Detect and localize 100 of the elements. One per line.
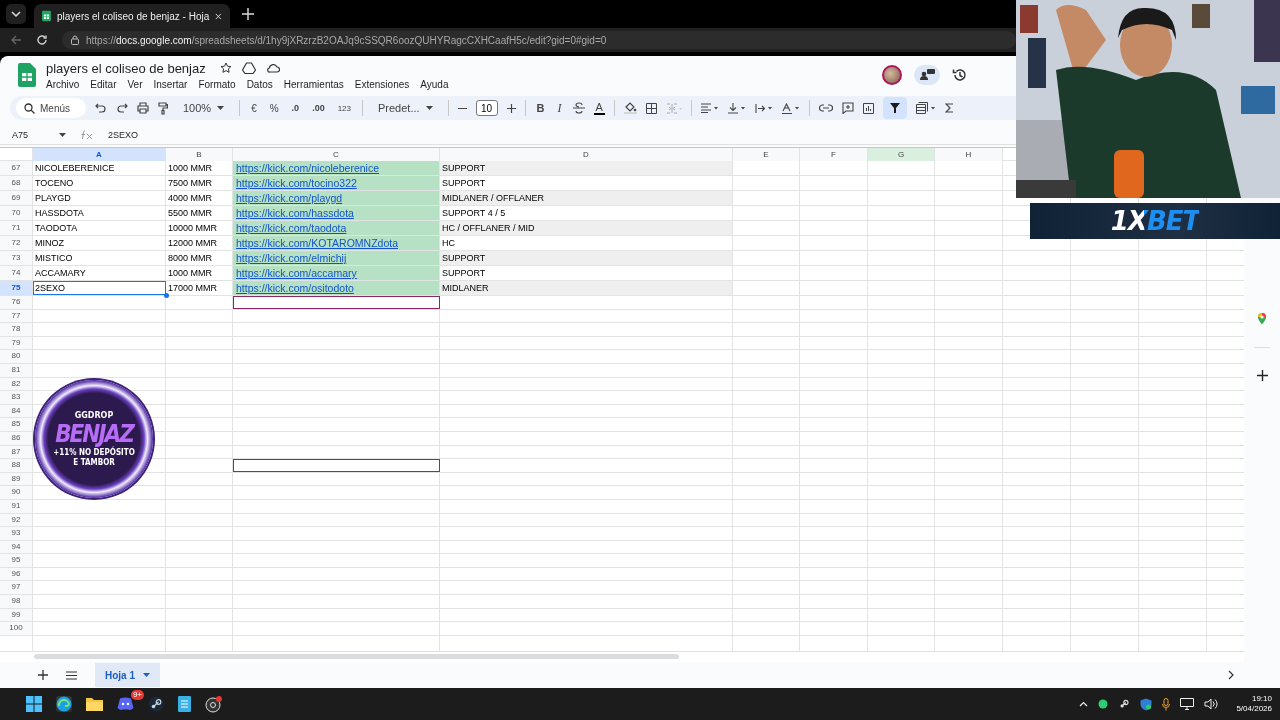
url-text: https://docs.google.com/spreadsheets/d/1hy9jXRzrzB2OAJq9cSSQR6oozQUHYRagcCXHCaafH5c/edit?gid=0#gid=0 xyxy=(86,34,607,46)
table-cell-text: 7500 MMR xyxy=(167,177,213,190)
link[interactable]: https://kick.com/taodota xyxy=(233,221,439,235)
row-number[interactable]: 76 xyxy=(0,296,32,309)
table-cell-text: HC xyxy=(441,237,456,250)
badge-brand: GGDROP xyxy=(74,410,114,420)
column-header[interactable]: B xyxy=(166,148,232,161)
row-number[interactable]: 100 xyxy=(0,622,32,635)
badge-text: E TAMBOR xyxy=(73,457,115,468)
link[interactable]: https://kick.com/tocino322 xyxy=(233,176,439,190)
row-number[interactable]: 70 xyxy=(0,206,32,220)
link[interactable]: https://kick.com/playgd xyxy=(233,191,439,205)
table-cell-text: HASSDOTA xyxy=(34,207,85,220)
table-cell-text: 1000 MMR xyxy=(167,162,213,175)
table-cell: 2SEXO xyxy=(33,281,166,295)
column-header[interactable]: F xyxy=(800,148,867,161)
row-number[interactable]: 78 xyxy=(0,323,32,336)
menu-item[interactable]: Ayuda xyxy=(420,78,449,90)
column-header[interactable]: A xyxy=(33,148,165,161)
table-cell-text: TAODOTA xyxy=(34,222,79,235)
number-format-button[interactable]: 123 xyxy=(335,103,353,113)
link[interactable]: https://kick.com/hassdota xyxy=(233,206,439,220)
browser-tab[interactable]: players el coliseo de benjaz - Hoja xyxy=(34,4,230,28)
percent-button[interactable]: % xyxy=(267,102,281,114)
table-cell-text: 10000 MMR xyxy=(167,222,219,235)
menu-item[interactable]: Insertar xyxy=(153,78,188,90)
column-header[interactable]: D xyxy=(440,148,732,161)
badge-text: +11% NO DEPÓSITO xyxy=(53,447,135,458)
menu-item[interactable]: Extensiones xyxy=(354,78,410,90)
column-header[interactable]: H xyxy=(935,148,1002,161)
link[interactable]: https://kick.com/elmichij xyxy=(233,251,439,265)
menus-search-field[interactable]: Menús xyxy=(16,98,86,118)
font-dropdown[interactable]: Predet... xyxy=(372,102,439,114)
increase-decimals-button[interactable]: .00 xyxy=(310,103,327,113)
decrease-decimals-button[interactable]: .0 xyxy=(289,103,302,113)
row-number[interactable]: 73 xyxy=(0,251,32,265)
cell-reference-field[interactable]: A75 xyxy=(12,130,66,140)
row-number[interactable]: 98 xyxy=(0,595,32,608)
clock-time[interactable]: 19:10 xyxy=(1251,694,1272,704)
link[interactable]: https://kick.com/nicoleberenice xyxy=(233,161,439,175)
tab-title: players el coliseo de benjaz - Hoja xyxy=(56,10,210,22)
table-cell-text: MINOZ xyxy=(34,237,65,250)
table-cell: MIDLANER xyxy=(440,281,732,295)
sheet-tab[interactable]: Hoja 1 xyxy=(95,663,160,687)
badge-title: BENJAZ xyxy=(55,419,133,448)
row-number[interactable]: 72 xyxy=(0,236,32,250)
row-number[interactable]: 69 xyxy=(0,191,32,205)
row-number[interactable]: 85 xyxy=(0,418,32,431)
table-cell: SUPPORT xyxy=(440,161,732,175)
column-header[interactable]: C xyxy=(233,148,439,161)
table-cell: SUPPORT xyxy=(440,251,732,265)
table-cell-text: SUPPORT xyxy=(441,267,487,280)
font-size-field[interactable]: 10 xyxy=(475,100,498,116)
row-number[interactable]: 83 xyxy=(0,391,32,404)
row-number[interactable]: 97 xyxy=(0,581,32,595)
column-header[interactable]: E xyxy=(733,148,799,161)
italic-button[interactable]: I xyxy=(555,100,564,116)
table-cell-text: 5500 MMR xyxy=(167,207,213,220)
table-cell-text: 12000 MMR xyxy=(167,237,219,250)
formula-field[interactable]: 2SEXO xyxy=(108,130,138,140)
address-field[interactable]: https://docs.google.com/spreadsheets/d/1hy9jXRzrzB2OAJq9cSSQR6oozQUHYRagcCXHCaafH5c/edit?gid=0#gid=0 xyxy=(62,31,1016,49)
row-number[interactable]: 67 xyxy=(0,161,32,175)
link[interactable]: https://kick.com/ositodoto xyxy=(233,281,439,295)
table-cell-text: 17000 MMR xyxy=(167,282,219,295)
table-cell-text: SUPPORT 4 / 5 xyxy=(441,207,507,220)
table-cell: MIDLANER / OFFLANER xyxy=(440,191,732,205)
menu-item[interactable]: Formato xyxy=(198,78,236,90)
table-cell-text: ACCAMARY xyxy=(34,267,87,280)
row-number[interactable]: 88 xyxy=(0,459,32,472)
table-cell-text: SUPPORT xyxy=(441,177,487,190)
row-number[interactable]: 90 xyxy=(0,486,32,499)
menu-item[interactable]: Archivo xyxy=(46,78,80,90)
link[interactable]: https://kick.com/accamary xyxy=(233,266,439,280)
row-number[interactable]: 74 xyxy=(0,266,32,280)
table-cell: HC / OFFLANER / MID xyxy=(440,221,732,235)
zoom-dropdown[interactable]: 100% xyxy=(177,102,231,114)
table-cell-text: PLAYGD xyxy=(34,192,72,205)
table-cell-text: 8000 MMR xyxy=(167,252,213,265)
table-cell-text: TOCENO xyxy=(34,177,75,190)
link[interactable]: https://kick.com/KOTAROMNZdota xyxy=(233,236,439,250)
document-title[interactable]: players el coliseo de benjaz xyxy=(46,60,206,76)
menu-item[interactable]: Herramientas xyxy=(283,78,344,90)
row-number[interactable]: 71 xyxy=(0,221,32,235)
row-number[interactable]: 80 xyxy=(0,350,32,363)
text-color-button[interactable]: A xyxy=(593,101,605,115)
menu-item[interactable]: Ver xyxy=(127,78,143,90)
notification-badge: 9+ xyxy=(130,690,144,700)
row-number[interactable]: 95 xyxy=(0,554,32,567)
bold-button[interactable]: B xyxy=(534,102,547,114)
table-cell-text: 1000 MMR xyxy=(167,267,213,280)
menu-item[interactable]: Editar xyxy=(90,78,117,90)
currency-button[interactable]: € xyxy=(249,102,259,114)
clock-date[interactable]: 5/04/2026 xyxy=(1236,704,1272,714)
table-cell-text: NICOLEBERENICE xyxy=(34,162,116,175)
row-number[interactable]: 68 xyxy=(0,176,32,190)
row-number[interactable]: 93 xyxy=(0,527,32,540)
table-cell-text: MISTICO xyxy=(34,252,74,265)
row-number[interactable]: 75 xyxy=(0,281,32,295)
menu-item[interactable]: Datos xyxy=(246,78,273,90)
column-header[interactable]: G xyxy=(868,148,934,161)
